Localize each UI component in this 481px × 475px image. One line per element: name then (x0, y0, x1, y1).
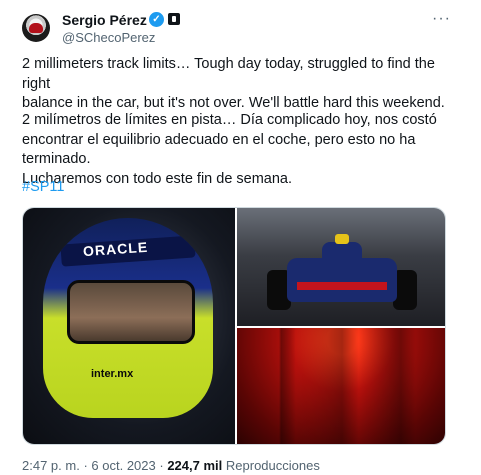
media-image-car[interactable] (237, 208, 445, 326)
tweet-time[interactable]: 2:47 p. m. (22, 458, 80, 473)
author-name[interactable]: Sergio Pérez (62, 12, 147, 28)
helmet-chin-text: inter.mx (91, 368, 134, 380)
avatar-helmet-graphic (29, 23, 43, 33)
tweet-card: Sergio Pérez ✓ @SChecoPerez ··· 2 millim… (0, 0, 481, 475)
car-graphic (267, 230, 417, 310)
author-handle[interactable]: @SChecoPerez (62, 30, 155, 45)
tweet-date[interactable]: 6 oct. 2023 (91, 458, 155, 473)
verified-check-icon[interactable]: ✓ (149, 12, 164, 27)
meta-separator: · (159, 458, 164, 473)
hashtag-link[interactable]: #SP11 (22, 179, 64, 195)
more-options-icon[interactable]: ··· (432, 10, 451, 28)
helmet-visor (67, 280, 195, 344)
car-body (287, 258, 397, 302)
car-stripe (297, 282, 387, 290)
helmet-graphic: ORACLE inter.mx (43, 218, 213, 418)
media-image-helmet[interactable]: ORACLE inter.mx (23, 208, 235, 444)
meta-separator: · (83, 458, 88, 473)
affiliation-badge-icon[interactable] (168, 13, 180, 25)
avatar[interactable] (22, 14, 50, 42)
tweet-text-english: 2 millimeters track limits… Tough day to… (22, 56, 445, 111)
car-cockpit (322, 242, 362, 264)
views-count: 224,7 mil (167, 458, 223, 473)
media-image-red-lights[interactable] (237, 328, 445, 444)
media-grid[interactable]: ORACLE inter.mx (22, 207, 446, 445)
views-label: Reproducciones (225, 458, 320, 473)
car-helmet (335, 234, 349, 244)
tweet-text-spanish: 2 milímetros de límites en pista… Día co… (22, 112, 437, 187)
tweet-meta: 2:47 p. m. · 6 oct. 2023 · 224,7 mil Rep… (22, 458, 320, 473)
